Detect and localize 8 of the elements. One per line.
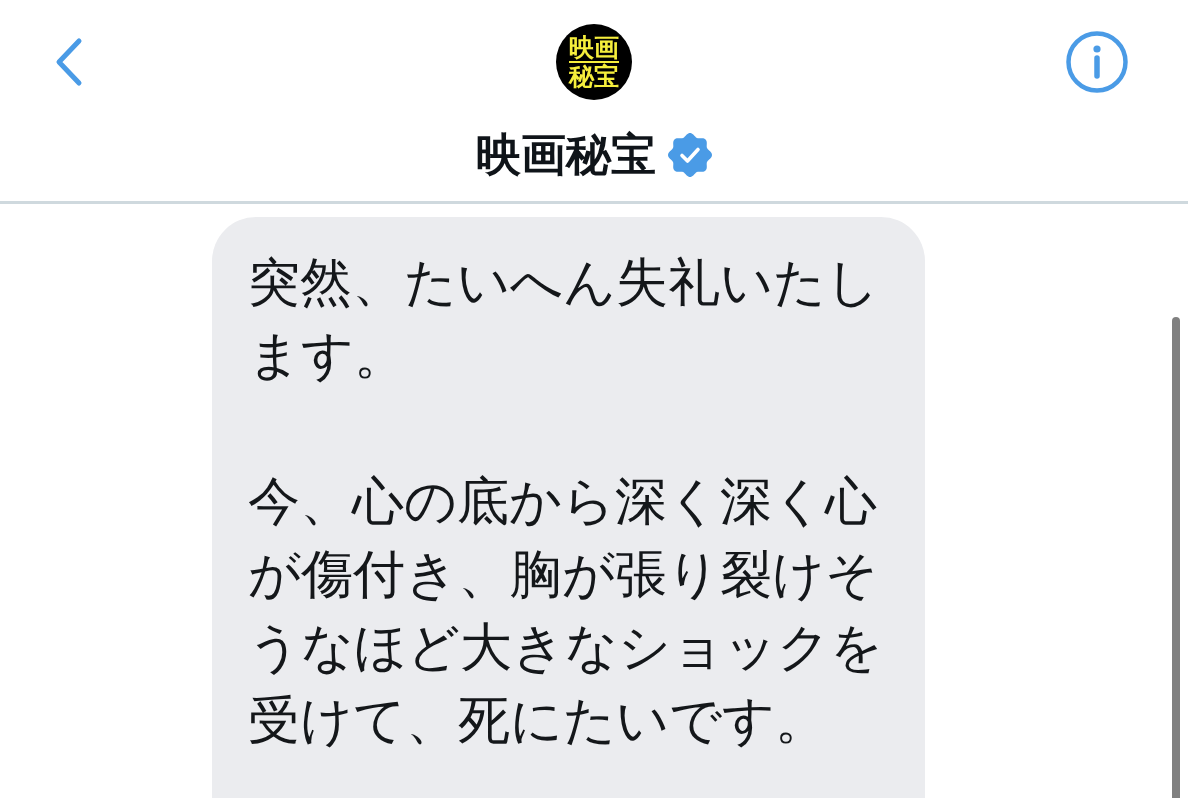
message-text: 突然、たいへん失礼いたし ます。 — [248, 252, 879, 386]
profile-name: 映画秘宝 — [476, 128, 656, 182]
info-button[interactable] — [1064, 29, 1130, 95]
logo-text: 映画 — [569, 34, 619, 61]
chevron-left-icon — [54, 37, 84, 87]
info-icon — [1066, 31, 1128, 93]
logo-text: 秘宝 — [569, 61, 619, 90]
message-text: 今、心の底から深く深く心 が傷付き、胸が張り裂けそ うなほど大きなショックを 受けて、死にたいです。 — [248, 471, 883, 751]
